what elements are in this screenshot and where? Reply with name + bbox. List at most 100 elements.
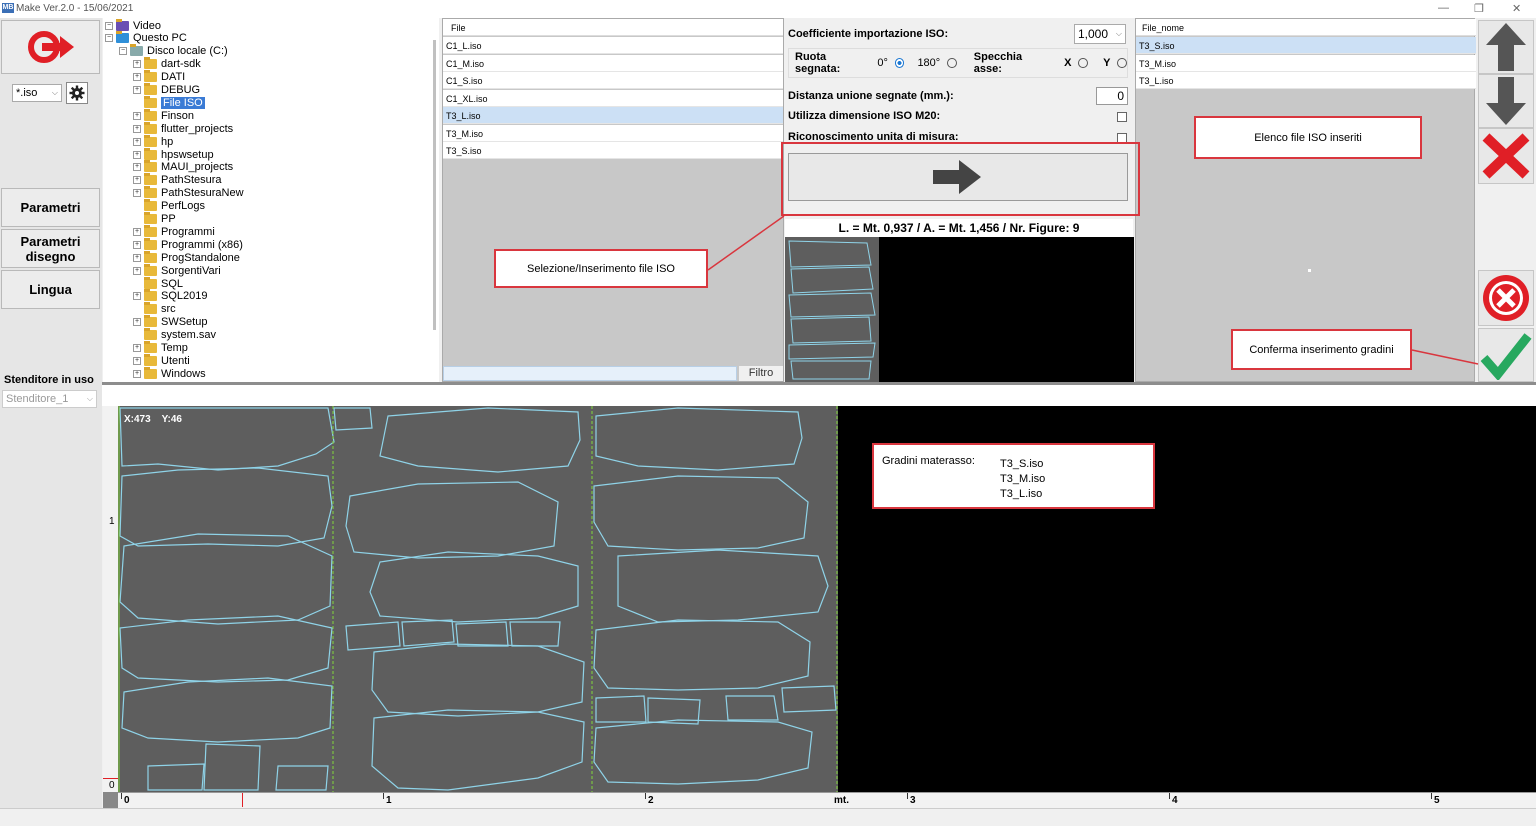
parametri-button[interactable]: Parametri bbox=[1, 188, 100, 227]
lingua-button[interactable]: Lingua bbox=[1, 270, 100, 309]
tree-item[interactable]: + SQL2019 bbox=[133, 289, 207, 303]
layout-canvas[interactable]: X:473 Y:46 bbox=[118, 406, 1536, 792]
expand-toggle-icon[interactable]: + bbox=[133, 253, 141, 262]
left-menu bbox=[0, 18, 102, 808]
tree-item[interactable]: +SQL bbox=[133, 276, 183, 290]
file-row[interactable]: C1_S.iso bbox=[443, 72, 783, 89]
chevron-down-icon: ⌵ bbox=[1115, 29, 1122, 38]
tree-item[interactable]: + ProgStandalone bbox=[133, 250, 240, 264]
expand-toggle-icon[interactable]: + bbox=[133, 86, 141, 94]
tree-item[interactable]: + PathStesura bbox=[133, 173, 222, 187]
file-row[interactable]: C1_M.iso bbox=[443, 54, 783, 72]
tree-item[interactable]: − Disco locale (C:) bbox=[119, 44, 228, 58]
expand-toggle-icon[interactable]: + bbox=[133, 344, 141, 352]
file-row[interactable]: C1_L.iso bbox=[443, 37, 783, 54]
expand-toggle-icon[interactable]: − bbox=[119, 47, 127, 56]
tree-item[interactable]: +system.sav bbox=[133, 328, 216, 342]
rot-180-radio[interactable] bbox=[947, 58, 957, 68]
tree-item[interactable]: + flutter_projects bbox=[133, 121, 233, 135]
tree-item[interactable]: + Programmi (x86) bbox=[133, 237, 243, 251]
expand-toggle-icon[interactable]: + bbox=[133, 111, 141, 120]
move-up-button[interactable] bbox=[1478, 20, 1534, 74]
tree-item[interactable]: + SWSetup bbox=[133, 315, 207, 329]
expand-toggle-icon[interactable]: + bbox=[133, 176, 141, 185]
cancel-button[interactable] bbox=[1478, 270, 1534, 326]
expand-toggle-icon[interactable]: + bbox=[133, 150, 141, 159]
expand-toggle-icon[interactable]: − bbox=[105, 21, 113, 30]
tree-item[interactable]: + SorgentiVari bbox=[133, 263, 221, 277]
folder-icon bbox=[144, 315, 157, 328]
expand-toggle-icon[interactable]: + bbox=[133, 356, 141, 365]
restore-icon[interactable]: ❐ bbox=[1474, 2, 1484, 15]
tree-item[interactable]: +src bbox=[133, 302, 176, 316]
file-row[interactable]: T3_S.iso bbox=[443, 142, 783, 159]
m20-checkbox[interactable] bbox=[1117, 112, 1127, 122]
move-down-button[interactable] bbox=[1478, 74, 1534, 128]
tree-item[interactable]: + hp bbox=[133, 134, 173, 148]
tree-item[interactable]: + Programmi bbox=[133, 224, 215, 238]
file-list[interactable]: File C1_L.iso C1_M.iso C1_S.iso C1_XL.iso T3… bbox=[442, 18, 784, 382]
rot-0-radio[interactable] bbox=[894, 58, 905, 68]
tree-item[interactable]: +File ISO bbox=[133, 95, 205, 109]
tree-item[interactable]: + dart-sdk bbox=[133, 57, 201, 71]
extension-filter-select[interactable]: *.iso ⌵ bbox=[12, 84, 62, 102]
expand-toggle-icon[interactable]: + bbox=[133, 266, 141, 275]
filter-input[interactable] bbox=[443, 366, 737, 381]
axis-x-radio[interactable] bbox=[1078, 58, 1089, 68]
iso-row[interactable]: T3_L.iso bbox=[1136, 72, 1476, 89]
file-row[interactable]: T3_L.iso bbox=[443, 107, 783, 124]
confirm-button[interactable] bbox=[1478, 328, 1534, 382]
tree-item[interactable]: + Temp bbox=[133, 341, 188, 355]
exit-button[interactable] bbox=[1, 20, 100, 74]
tree-item[interactable]: + Utenti bbox=[133, 353, 190, 367]
ruler-y-label: 0 bbox=[109, 780, 115, 791]
tree-item[interactable]: + hpswsetup bbox=[133, 147, 214, 161]
file-row[interactable]: T3_M.iso bbox=[443, 124, 783, 142]
tree-item-label: src bbox=[161, 303, 176, 316]
tree-item[interactable]: + PathStesuraNew bbox=[133, 186, 244, 200]
expand-toggle-icon[interactable]: + bbox=[133, 318, 141, 327]
expand-toggle-icon[interactable]: − bbox=[105, 34, 113, 43]
expand-toggle-icon[interactable]: + bbox=[133, 163, 141, 172]
stenditore-select[interactable]: Stenditore_1 ⌵ bbox=[2, 390, 97, 408]
iso-row[interactable]: T3_S.iso bbox=[1136, 37, 1476, 54]
expand-toggle-icon[interactable]: + bbox=[133, 240, 141, 249]
minimize-icon[interactable]: — bbox=[1438, 2, 1449, 14]
tree-scrollbar[interactable] bbox=[433, 40, 436, 330]
tree-item[interactable]: +PerfLogs bbox=[133, 199, 205, 213]
file-row[interactable]: C1_XL.iso bbox=[443, 89, 783, 107]
expand-toggle-icon[interactable]: + bbox=[133, 73, 141, 82]
expand-toggle-icon[interactable]: + bbox=[133, 227, 141, 236]
tree-item[interactable]: + DEBUG bbox=[133, 83, 200, 97]
parametri-disegno-button[interactable]: Parametri disegno bbox=[1, 229, 100, 268]
tree-item-label: MAUI_projects bbox=[161, 161, 234, 174]
tree-item[interactable]: + DATI bbox=[133, 70, 185, 84]
axis-y-radio[interactable] bbox=[1117, 58, 1127, 68]
filter-button[interactable]: Filtro bbox=[739, 366, 783, 381]
expand-toggle-icon[interactable]: + bbox=[133, 369, 141, 378]
tree-item[interactable]: − Questo PC bbox=[105, 31, 187, 45]
ruler-x-tick bbox=[1431, 793, 1432, 799]
tree-item[interactable]: − Video bbox=[105, 18, 161, 32]
settings-button[interactable] bbox=[66, 82, 88, 104]
expand-toggle-icon[interactable]: + bbox=[133, 124, 141, 133]
expand-toggle-icon[interactable]: + bbox=[133, 137, 141, 146]
expand-toggle-icon[interactable]: + bbox=[133, 60, 141, 69]
expand-toggle-icon[interactable]: + bbox=[133, 189, 141, 198]
folder-tree[interactable]: − Video − Questo PC − Disco locale (C:) + dart-… bbox=[103, 18, 439, 382]
folder-icon bbox=[144, 328, 157, 341]
m20-label: Utilizza dimensione ISO M20: bbox=[788, 110, 941, 122]
iso-list[interactable]: File_nome T3_S.iso T3_M.iso T3_L.iso bbox=[1135, 18, 1476, 382]
annotation-highlight-insert bbox=[781, 142, 1140, 216]
expand-toggle-icon[interactable]: + bbox=[133, 292, 141, 301]
tree-item[interactable]: + MAUI_projects bbox=[133, 160, 234, 174]
coeff-select[interactable]: 1,000 ⌵ bbox=[1074, 24, 1126, 44]
tree-item[interactable]: + Windows bbox=[133, 366, 206, 380]
tree-item[interactable]: + Finson bbox=[133, 108, 194, 122]
close-window-icon[interactable]: ✕ bbox=[1512, 2, 1521, 15]
folder-icon bbox=[144, 160, 157, 173]
distance-input[interactable]: 0 bbox=[1096, 87, 1128, 105]
iso-row[interactable]: T3_M.iso bbox=[1136, 54, 1476, 72]
tree-item[interactable]: +PP bbox=[133, 212, 176, 226]
delete-button[interactable] bbox=[1478, 128, 1534, 184]
